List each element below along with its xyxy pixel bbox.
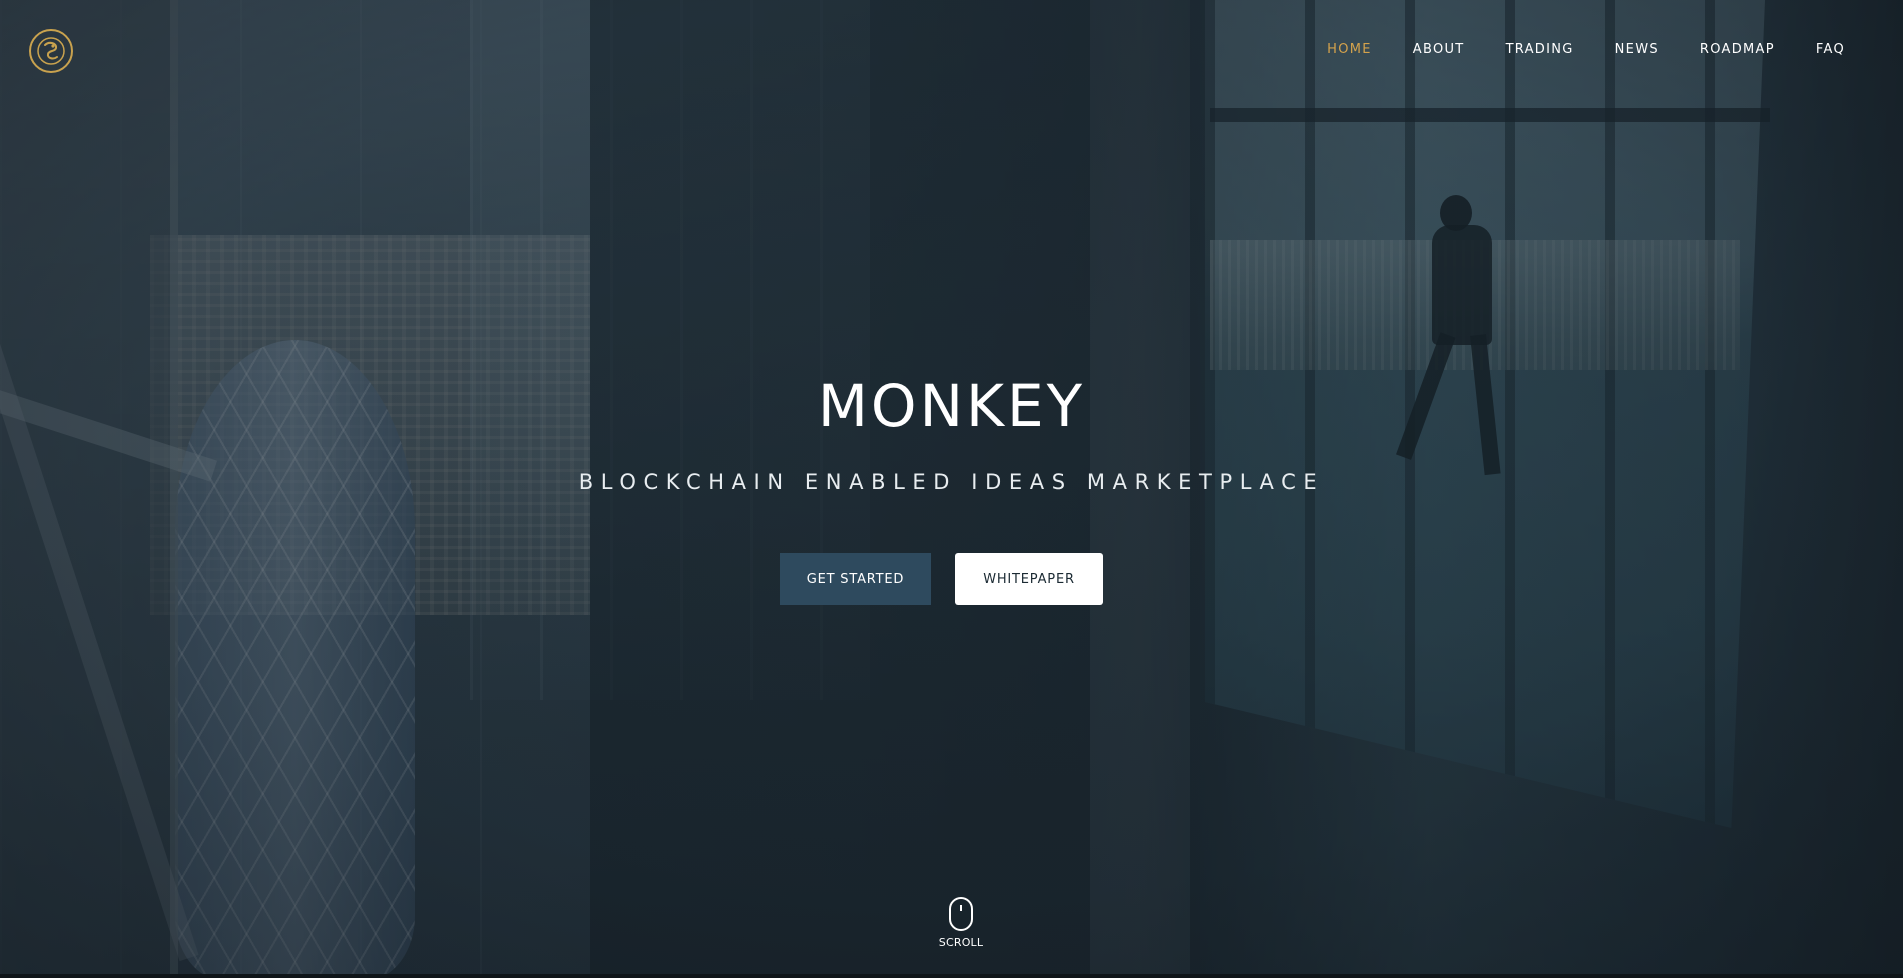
nav-item-home[interactable]: HOME	[1327, 40, 1372, 59]
whitepaper-button[interactable]: WHITEPAPER	[955, 553, 1103, 605]
mouse-icon	[949, 897, 973, 931]
bottom-strip	[0, 974, 1903, 978]
nav-item-faq[interactable]: FAQ	[1816, 40, 1845, 59]
scroll-indicator[interactable]: SCROLL	[938, 897, 984, 949]
hero-title: MONKEY	[817, 372, 1086, 440]
nav-item-news[interactable]: NEWS	[1615, 40, 1659, 59]
nav-item-about[interactable]: ABOUT	[1413, 40, 1465, 59]
get-started-button[interactable]: GET STARTED	[780, 553, 931, 605]
main-nav: HOME ABOUT TRADING NEWS ROADMAP FAQ	[1286, 40, 1845, 59]
monkey-logo-icon[interactable]	[29, 29, 73, 73]
hero-section: HOME ABOUT TRADING NEWS ROADMAP FAQ MONK…	[0, 0, 1903, 978]
hero-subtitle: BLOCKCHAIN ENABLED IDEAS MARKETPLACE	[578, 470, 1325, 494]
scroll-label: SCROLL	[938, 936, 984, 949]
nav-item-roadmap[interactable]: ROADMAP	[1700, 40, 1775, 59]
nav-item-trading[interactable]: TRADING	[1506, 40, 1574, 59]
mouse-wheel	[960, 905, 962, 911]
